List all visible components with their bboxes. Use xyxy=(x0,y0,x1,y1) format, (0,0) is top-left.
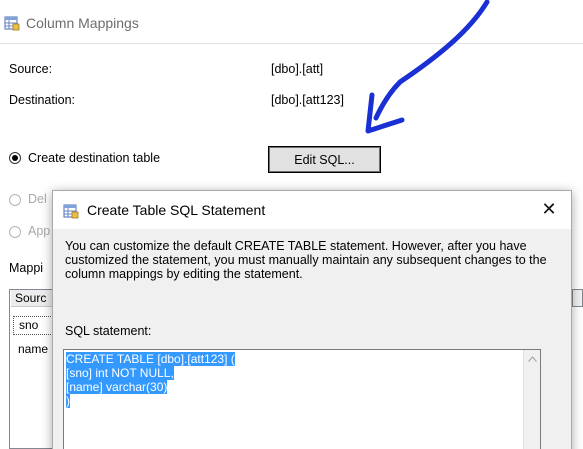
dialog-title-bar: Column Mappings xyxy=(4,14,139,32)
append-rows-radio[interactable] xyxy=(9,226,21,238)
create-table-radio[interactable] xyxy=(9,152,21,164)
create-table-sql-dialog: Create Table SQL Statement ✕ You can cus… xyxy=(52,190,572,449)
source-label: Source: xyxy=(9,62,53,76)
mappings-label: Mappi xyxy=(9,261,44,275)
close-icon[interactable]: ✕ xyxy=(539,199,559,219)
create-table-label[interactable]: Create destination table xyxy=(28,151,160,165)
sql-line: [sno] int NOT NULL, xyxy=(66,366,174,380)
modal-title-bar: Create Table SQL Statement ✕ xyxy=(53,191,571,229)
source-value: [dbo].[att] xyxy=(271,62,324,76)
grid-row-sno[interactable]: sno xyxy=(13,316,53,335)
sql-statement-label: SQL statement: xyxy=(65,324,152,338)
append-rows-label: App xyxy=(28,224,51,238)
dialog-title: Column Mappings xyxy=(26,15,139,31)
sql-line: CREATE TABLE [dbo].[att123] ( xyxy=(66,352,235,366)
scroll-up-arrow-icon[interactable] xyxy=(528,356,537,362)
table-icon xyxy=(63,203,79,219)
screen: Column Mappings Source: [dbo].[att] Dest… xyxy=(0,0,583,449)
grid-row-name[interactable]: name xyxy=(18,341,53,358)
title-divider xyxy=(0,43,583,44)
modal-description: You can customize the default CREATE TAB… xyxy=(65,239,547,281)
delete-rows-radio[interactable] xyxy=(9,194,21,206)
modal-title: Create Table SQL Statement xyxy=(87,202,266,218)
sql-line: ) xyxy=(66,394,70,408)
grid-header-edge xyxy=(572,289,583,307)
edit-sql-button[interactable]: Edit SQL... xyxy=(268,146,381,173)
delete-rows-label: Del xyxy=(28,192,47,206)
table-icon xyxy=(4,15,20,31)
sql-line: [name] varchar(30) xyxy=(66,380,168,394)
destination-value: [dbo].[att123] xyxy=(271,93,344,107)
sql-statement-textbox[interactable]: CREATE TABLE [dbo].[att123] ( [sno] int … xyxy=(63,349,541,449)
destination-label: Destination: xyxy=(9,93,76,107)
vertical-scrollbar[interactable] xyxy=(523,350,540,449)
